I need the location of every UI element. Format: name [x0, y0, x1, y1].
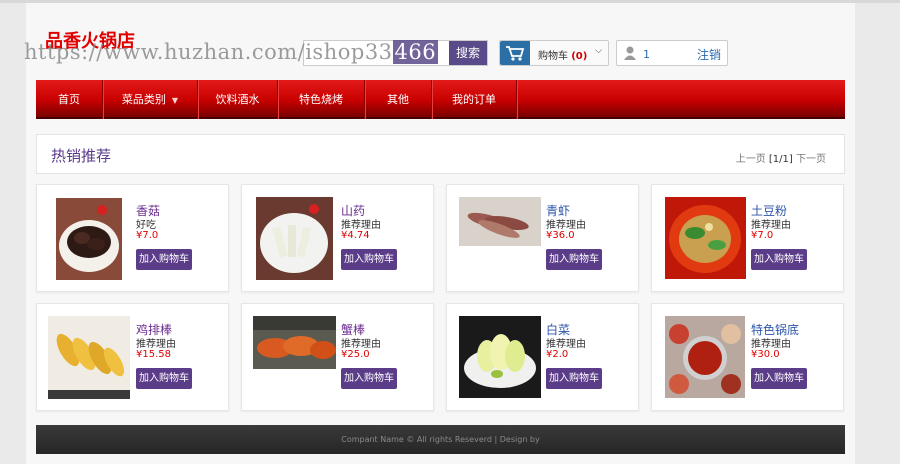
site-logo[interactable]: 品香火锅店 [45, 27, 135, 53]
user-box: 1 注销 [616, 40, 728, 66]
add-to-cart-button[interactable]: 加入购物车 [341, 249, 397, 270]
product-image-mushroom[interactable] [56, 198, 122, 280]
pager: 上一页 [1/1] 下一页 [736, 150, 826, 165]
product-desc: 好吃 [136, 220, 156, 231]
product-price: ¥30.0 [751, 349, 780, 360]
product-image-cabbage[interactable] [459, 316, 541, 398]
footer-copyright: Compant Name © All rights Reseverd | Des… [341, 435, 540, 444]
prev-page-link[interactable]: 上一页 [736, 154, 766, 165]
product-price: ¥2.0 [546, 349, 569, 360]
product-price: ¥4.74 [341, 230, 370, 241]
nav-item-bbq[interactable]: 特色烧烤 [278, 80, 365, 119]
product-desc: 推荐理由 [751, 339, 791, 350]
product-card: 蟹棒 推荐理由 ¥25.0 加入购物车 [241, 303, 434, 411]
search-button[interactable]: 搜索 [449, 41, 487, 65]
next-page-link[interactable]: 下一页 [796, 154, 826, 165]
product-image-potato-noodles[interactable] [665, 197, 746, 279]
add-to-cart-button[interactable]: 加入购物车 [751, 249, 807, 270]
nav-item-drinks[interactable]: 饮料酒水 [198, 80, 278, 119]
search-box[interactable]: 搜索 [303, 40, 488, 66]
logout-link[interactable]: 注销 [697, 46, 721, 63]
product-image-chicken-stick[interactable] [48, 316, 130, 399]
nav-item-my-orders[interactable]: 我的订单 [432, 80, 517, 119]
product-card: 香菇 好吃 ¥7.0 加入购物车 [36, 184, 229, 292]
product-image-shrimp[interactable] [459, 197, 541, 246]
add-to-cart-button[interactable]: 加入购物车 [341, 368, 397, 389]
caret-down-icon: ▼ [171, 96, 179, 105]
add-to-cart-button[interactable]: 加入购物车 [546, 368, 602, 389]
section-title: 热销推荐 [51, 147, 112, 165]
product-card: 青虾 推荐理由 ¥36.0 加入购物车 [446, 184, 639, 292]
product-card: 特色锅底 推荐理由 ¥30.0 加入购物车 [651, 303, 844, 411]
product-price: ¥36.0 [546, 230, 575, 241]
cart-count: (0) [571, 51, 588, 62]
product-price: ¥15.58 [136, 349, 171, 360]
cart-dropdown[interactable]: 购物车 (0) ⌵ [499, 40, 609, 66]
product-image-hotpot-base[interactable] [665, 316, 745, 398]
main-nav: 首页 菜品类别 ▼ 饮料酒水 特色烧烤 其他 我的订单 [36, 80, 845, 119]
product-card: 鸡排棒 推荐理由 ¥15.58 加入购物车 [36, 303, 229, 411]
product-desc: 推荐理由 [341, 220, 381, 231]
product-desc: 推荐理由 [751, 220, 791, 231]
product-desc: 推荐理由 [546, 339, 586, 350]
cart-label: 购物车 (0) [538, 51, 588, 62]
product-price: ¥7.0 [136, 230, 159, 241]
hot-products-header: 热销推荐 上一页 [1/1] 下一页 [36, 134, 845, 174]
product-desc: 推荐理由 [136, 339, 176, 350]
footer: Compant Name © All rights Reseverd | Des… [36, 425, 845, 454]
product-image-yam[interactable] [256, 197, 333, 280]
product-card: 山药 推荐理由 ¥4.74 加入购物车 [241, 184, 434, 292]
user-icon [623, 45, 637, 64]
product-image-crab-stick[interactable] [253, 316, 336, 369]
cart-icon [500, 41, 530, 65]
page-indicator: [1/1] [768, 154, 793, 165]
product-desc: 推荐理由 [341, 339, 381, 350]
add-to-cart-button[interactable]: 加入购物车 [136, 368, 192, 389]
product-card: 土豆粉 推荐理由 ¥7.0 加入购物车 [651, 184, 844, 292]
nav-item-other[interactable]: 其他 [365, 80, 432, 119]
nav-item-home[interactable]: 首页 [36, 80, 103, 119]
product-price: ¥7.0 [751, 230, 774, 241]
nav-item-categories[interactable]: 菜品类别 ▼ [103, 80, 198, 119]
product-desc: 推荐理由 [546, 220, 586, 231]
chevron-down-icon[interactable]: ⌵ [595, 46, 602, 56]
add-to-cart-button[interactable]: 加入购物车 [136, 249, 192, 270]
product-price: ¥25.0 [341, 349, 370, 360]
username-field[interactable]: 1 [643, 48, 650, 61]
add-to-cart-button[interactable]: 加入购物车 [546, 249, 602, 270]
add-to-cart-button[interactable]: 加入购物车 [751, 368, 807, 389]
product-card: 白菜 推荐理由 ¥2.0 加入购物车 [446, 303, 639, 411]
